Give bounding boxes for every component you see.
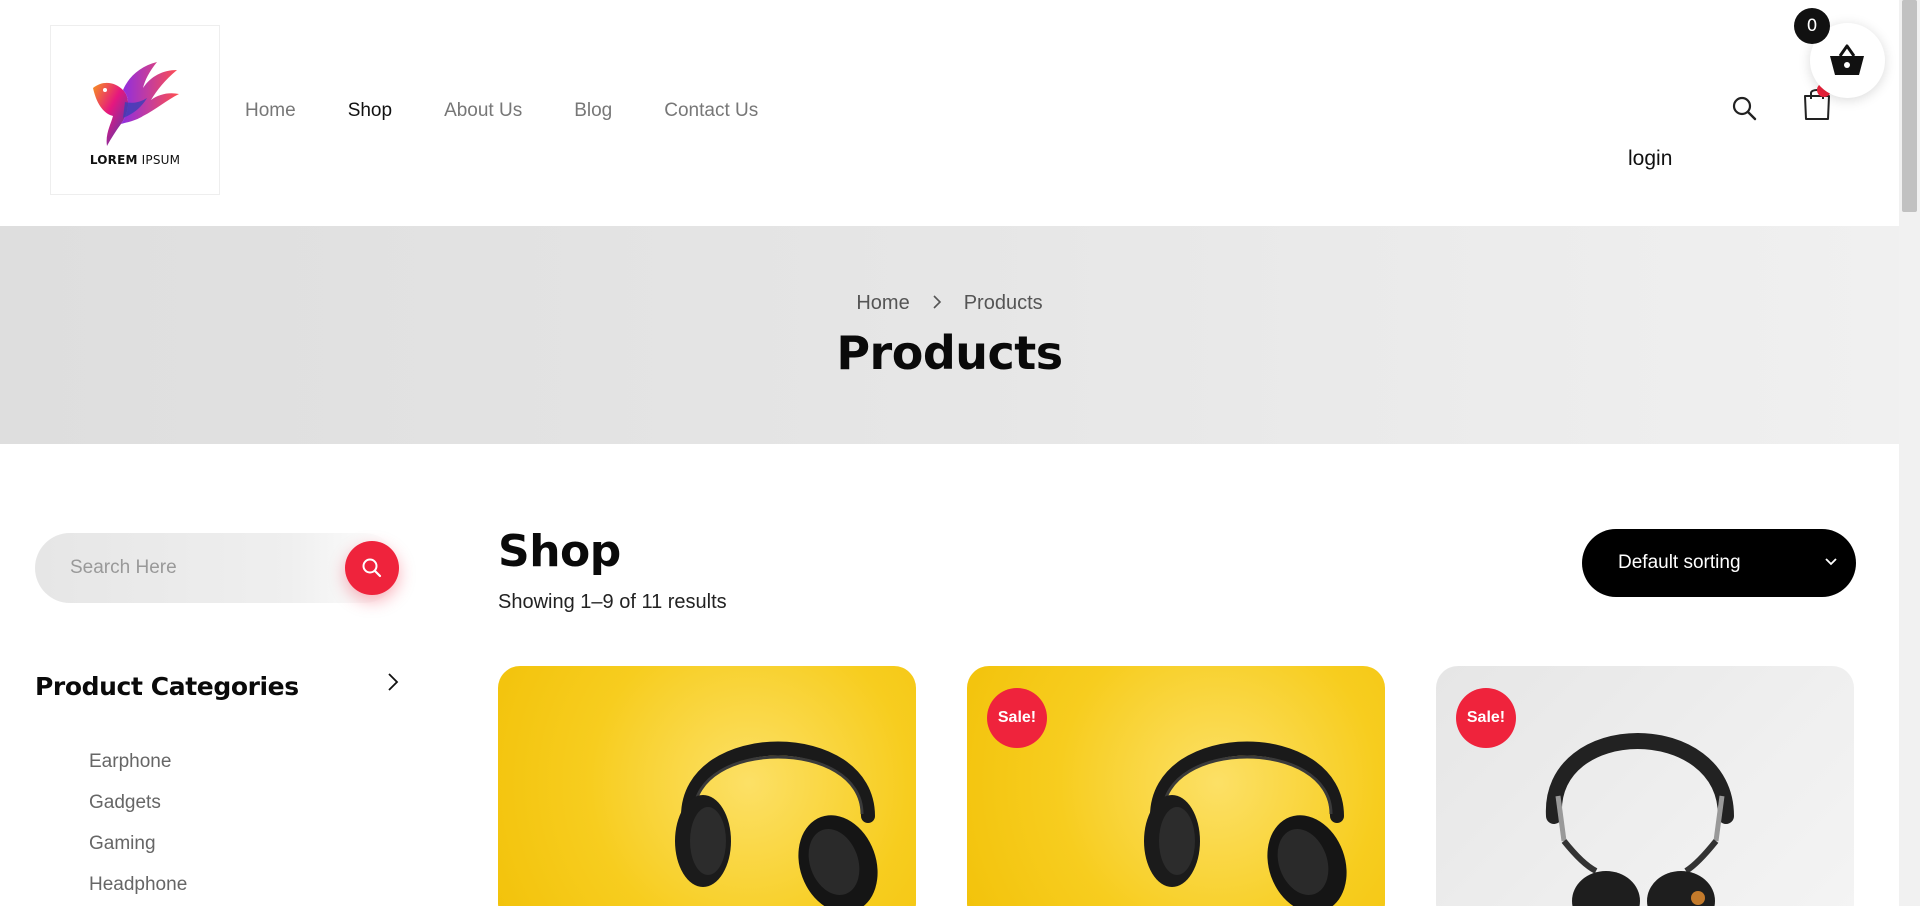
- category-gaming[interactable]: Gaming: [89, 833, 187, 874]
- breadcrumb: Home Products: [0, 292, 1899, 315]
- logo-wordmark: LOREM IPSUM: [89, 153, 181, 167]
- site-header: LOREM IPSUM Home Shop About Us Blog Cont…: [0, 0, 1899, 226]
- category-earphone[interactable]: Earphone: [89, 751, 187, 792]
- page-banner: Home Products Products: [0, 226, 1899, 444]
- sale-badge: Sale!: [987, 688, 1047, 748]
- sale-badge: Sale!: [1456, 688, 1516, 748]
- product-card[interactable]: Sale!: [1436, 666, 1854, 906]
- sidebar-search: [35, 533, 399, 603]
- login-link[interactable]: login: [1628, 147, 1672, 171]
- floating-cart-count: 0: [1794, 8, 1830, 44]
- basket-icon: [1830, 44, 1864, 75]
- bird-logo-icon: [93, 62, 179, 146]
- search-icon: [362, 558, 382, 578]
- nav-home[interactable]: Home: [245, 100, 296, 122]
- nav-blog[interactable]: Blog: [574, 100, 612, 122]
- results-count: Showing 1–9 of 11 results: [498, 591, 727, 613]
- breadcrumb-home[interactable]: Home: [856, 292, 909, 315]
- chevron-down-icon: [1825, 558, 1837, 566]
- nav-contact-us[interactable]: Contact Us: [664, 100, 758, 122]
- sort-selected-value: Default sorting: [1618, 552, 1741, 573]
- nav-about-us[interactable]: About Us: [444, 100, 522, 122]
- page-scrollbar[interactable]: [1899, 0, 1920, 906]
- headphones-image: [675, 741, 878, 906]
- header-search-icon[interactable]: [1731, 95, 1759, 123]
- chevron-right-icon[interactable]: [386, 672, 402, 694]
- chevron-right-icon: [932, 293, 942, 314]
- search-input[interactable]: [70, 557, 330, 579]
- shop-title: Shop: [498, 526, 621, 577]
- nav-shop[interactable]: Shop: [348, 100, 392, 122]
- page-title: Products: [836, 326, 1063, 380]
- category-headphone[interactable]: Headphone: [89, 874, 187, 906]
- search-button[interactable]: [345, 541, 399, 595]
- product-card[interactable]: [498, 666, 916, 906]
- main-nav: Home Shop About Us Blog Contact Us: [245, 100, 810, 122]
- category-gadgets[interactable]: Gadgets: [89, 792, 187, 833]
- categories-title: Product Categories: [35, 672, 299, 701]
- product-card[interactable]: Sale!: [967, 666, 1385, 906]
- category-list: Earphone Gadgets Gaming Headphone: [89, 751, 187, 906]
- scrollbar-thumb[interactable]: [1902, 0, 1917, 212]
- site-logo[interactable]: LOREM IPSUM: [50, 25, 220, 195]
- breadcrumb-products: Products: [963, 292, 1043, 314]
- sort-dropdown[interactable]: Default sorting: [1582, 529, 1856, 597]
